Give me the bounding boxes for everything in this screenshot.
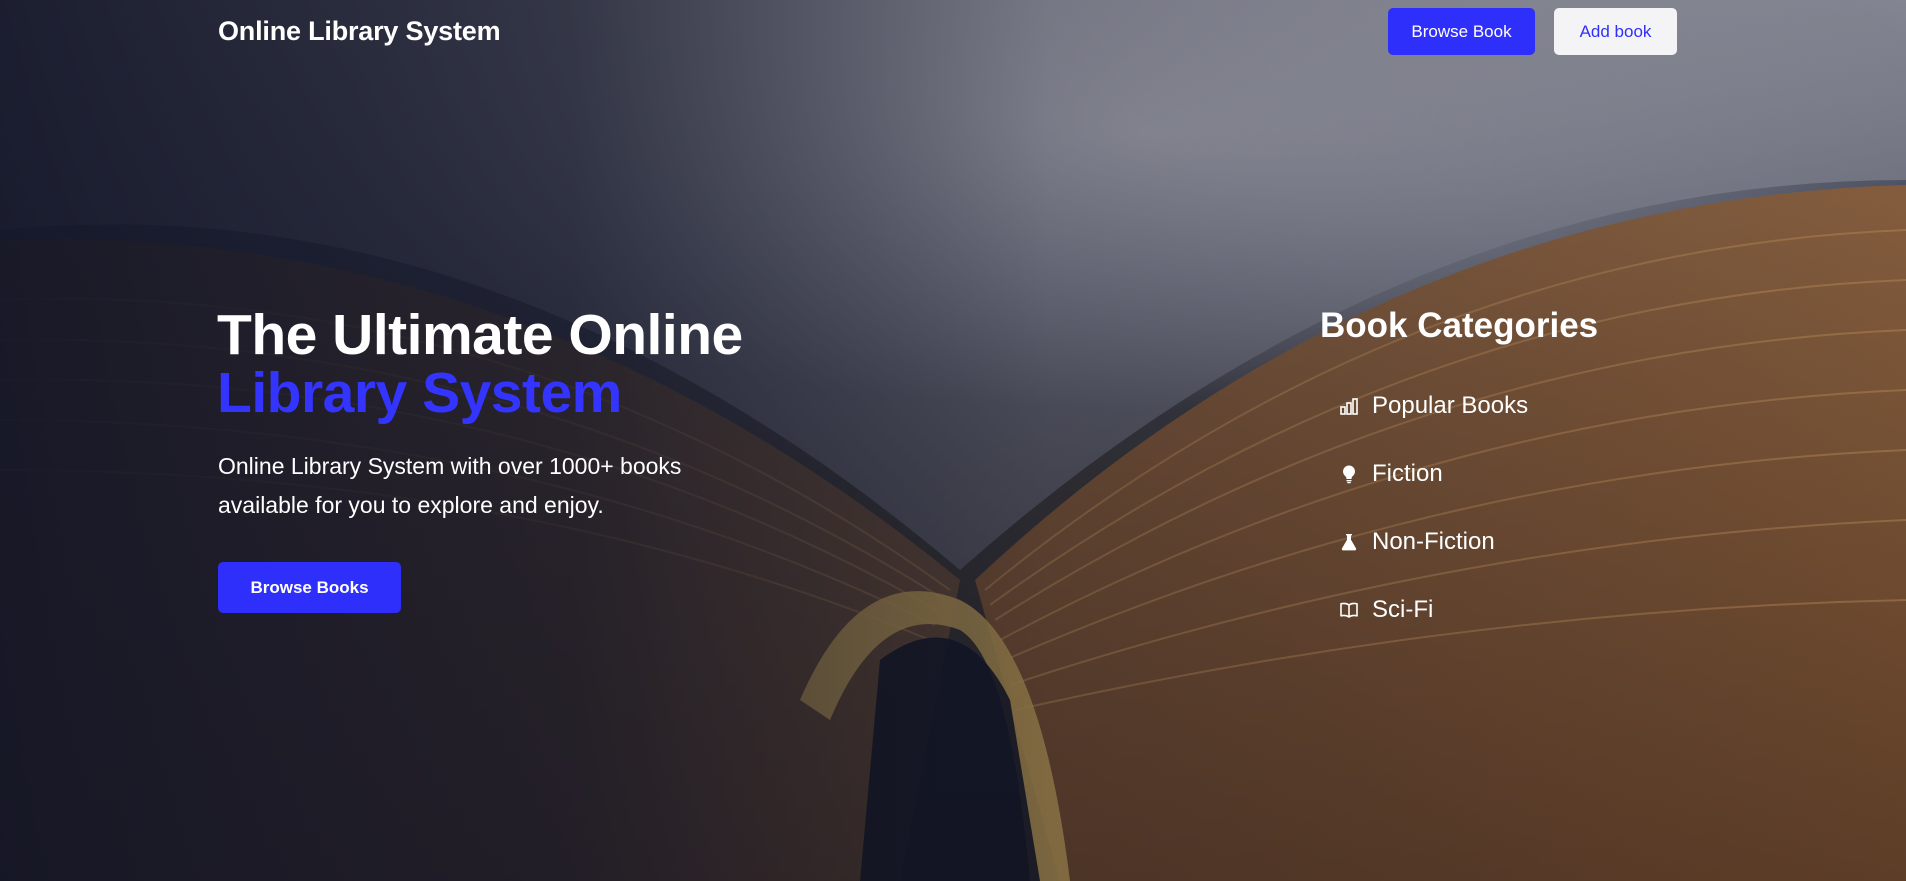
category-label: Fiction <box>1372 460 1443 487</box>
open-book-icon <box>1338 599 1360 621</box>
category-item-popular-books[interactable]: Popular Books <box>1338 372 1528 440</box>
page: Online Library System Browse Book Add bo… <box>0 0 1906 881</box>
flask-icon <box>1338 531 1360 553</box>
browse-books-button[interactable]: Browse Books <box>218 562 401 613</box>
hero-title: The Ultimate Online Library System <box>217 306 743 422</box>
hero-description: Online Library System with over 1000+ bo… <box>218 453 682 518</box>
categories-list: Popular Books Fiction Non-Fiction Sci-Fi <box>1338 372 1528 644</box>
category-item-non-fiction[interactable]: Non-Fiction <box>1338 508 1528 576</box>
brand-title[interactable]: Online Library System <box>218 16 501 47</box>
hero-title-line2: Library System <box>217 361 622 425</box>
categories-title: Book Categories <box>1320 306 1599 345</box>
bar-chart-icon <box>1338 395 1360 417</box>
category-item-sci-fi[interactable]: Sci-Fi <box>1338 576 1528 644</box>
hero-title-line1: The Ultimate Online <box>217 303 743 367</box>
browse-book-button[interactable]: Browse Book <box>1388 8 1535 55</box>
add-book-button[interactable]: Add book <box>1554 8 1677 55</box>
lightbulb-icon <box>1338 463 1360 485</box>
category-label: Non-Fiction <box>1372 528 1495 555</box>
category-label: Popular Books <box>1372 392 1529 419</box>
category-item-fiction[interactable]: Fiction <box>1338 440 1528 508</box>
category-label: Sci-Fi <box>1372 596 1434 623</box>
